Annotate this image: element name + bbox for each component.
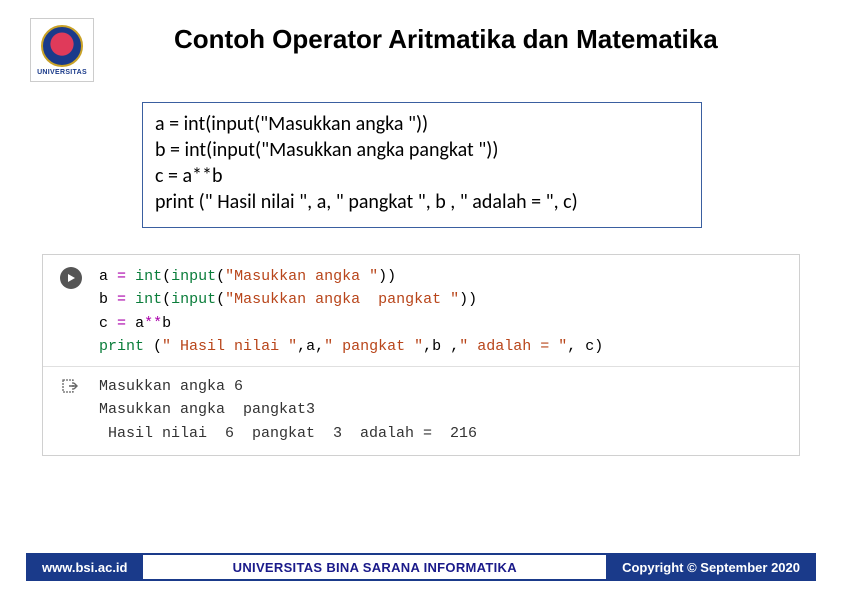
output-gutter bbox=[43, 375, 99, 395]
tok: print bbox=[99, 338, 144, 355]
slide: UNIVERSITAS Contoh Operator Aritmatika d… bbox=[0, 0, 842, 595]
tok: ( bbox=[162, 291, 171, 308]
run-button[interactable] bbox=[60, 267, 82, 289]
tok: = bbox=[117, 315, 126, 332]
ide-code-row: a = int(input("Masukkan angka ")) b = in… bbox=[43, 255, 799, 367]
tok: ( bbox=[153, 338, 162, 355]
logo-emblem-icon bbox=[41, 25, 83, 67]
tok: ( bbox=[216, 291, 225, 308]
tok: ) bbox=[594, 338, 603, 355]
tok: b bbox=[162, 315, 171, 332]
tok: int bbox=[135, 291, 162, 308]
page-title: Contoh Operator Aritmatika dan Matematik… bbox=[174, 24, 718, 55]
tok: " pangkat " bbox=[324, 338, 423, 355]
tok: a bbox=[306, 338, 315, 355]
tok: b bbox=[99, 291, 108, 308]
tok: b bbox=[432, 338, 441, 355]
footer-university: UNIVERSITAS BINA SARANA INFORMATIKA bbox=[143, 553, 606, 581]
output-line-2: Masukkan angka pangkat3 bbox=[99, 401, 315, 418]
tok: = bbox=[117, 268, 126, 285]
output-line-1: Masukkan angka 6 bbox=[99, 378, 243, 395]
code-text-box: a = int(input("Masukkan angka ")) b = in… bbox=[142, 102, 702, 228]
tok: c bbox=[585, 338, 594, 355]
tok: , bbox=[450, 338, 459, 355]
tok: input bbox=[171, 291, 216, 308]
tok: " Hasil nilai " bbox=[162, 338, 297, 355]
tok: , bbox=[297, 338, 306, 355]
tok: int bbox=[135, 268, 162, 285]
header: UNIVERSITAS Contoh Operator Aritmatika d… bbox=[30, 18, 812, 82]
play-icon bbox=[66, 273, 76, 283]
footer-url: www.bsi.ac.id bbox=[26, 553, 143, 581]
ide-block: a = int(input("Masukkan angka ")) b = in… bbox=[42, 254, 800, 456]
footer-copyright: Copyright © September 2020 bbox=[606, 553, 816, 581]
ide-output: Masukkan angka 6 Masukkan angka pangkat3… bbox=[99, 375, 799, 445]
tok: , bbox=[315, 338, 324, 355]
ide-output-row: Masukkan angka 6 Masukkan angka pangkat3… bbox=[43, 367, 799, 455]
ide-code: a = int(input("Masukkan angka ")) b = in… bbox=[99, 265, 799, 358]
tok: ( bbox=[216, 268, 225, 285]
tok: , bbox=[423, 338, 432, 355]
tok: "Masukkan angka pangkat " bbox=[225, 291, 459, 308]
output-line-3: Hasil nilai 6 pangkat 3 adalah = 216 bbox=[99, 425, 477, 442]
tok: = bbox=[117, 291, 126, 308]
tok: c bbox=[99, 315, 108, 332]
tok: input bbox=[171, 268, 216, 285]
tok: )) bbox=[459, 291, 477, 308]
tok: ** bbox=[144, 315, 162, 332]
tok: ( bbox=[162, 268, 171, 285]
footer: www.bsi.ac.id UNIVERSITAS BINA SARANA IN… bbox=[26, 553, 816, 581]
tok: )) bbox=[378, 268, 396, 285]
output-arrow-icon bbox=[61, 377, 81, 395]
logo-label: UNIVERSITAS bbox=[37, 69, 87, 76]
tok: a bbox=[99, 268, 108, 285]
ide-gutter bbox=[43, 265, 99, 289]
tok: a bbox=[135, 315, 144, 332]
code-line-3: c = a**b bbox=[155, 163, 689, 189]
tok: "Masukkan angka " bbox=[225, 268, 378, 285]
tok: , bbox=[567, 338, 576, 355]
code-line-1: a = int(input("Masukkan angka ")) bbox=[155, 111, 689, 137]
university-logo: UNIVERSITAS bbox=[30, 18, 94, 82]
code-line-4: print (" Hasil nilai ", a, " pangkat ", … bbox=[155, 189, 689, 215]
tok: " adalah = " bbox=[459, 338, 567, 355]
code-line-2: b = int(input("Masukkan angka pangkat ")… bbox=[155, 137, 689, 163]
